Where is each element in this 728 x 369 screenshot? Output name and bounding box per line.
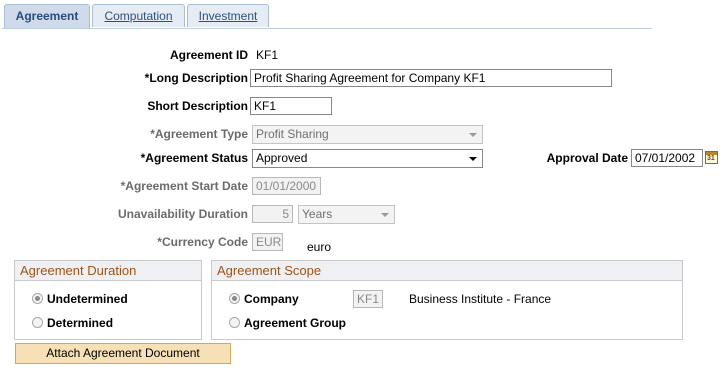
- tab-agreement-label: Agreement: [15, 9, 79, 23]
- agreement-type-label: *Agreement Type: [150, 127, 248, 141]
- tab-bar: Agreement Computation Investment: [2, 4, 652, 29]
- agreement-group-radio[interactable]: [229, 317, 240, 328]
- unavailability-unit-select[interactable]: Years: [298, 205, 395, 224]
- company-code-input[interactable]: KF1: [353, 290, 383, 308]
- unavailability-duration-label: Unavailability Duration: [117, 207, 248, 221]
- agreement-id-label: Agreement ID: [169, 48, 248, 62]
- agreement-duration-title: Agreement Duration: [15, 261, 201, 281]
- long-description-label: *Long Description: [144, 71, 248, 85]
- agreement-status-select[interactable]: Approved: [252, 149, 483, 168]
- agreement-status-value: Approved: [256, 151, 308, 165]
- currency-description: euro: [307, 240, 332, 254]
- undetermined-label: Undetermined: [47, 292, 128, 306]
- agreement-scope-title: Agreement Scope: [212, 261, 682, 281]
- agreement-group-label: Agreement Group: [244, 316, 347, 330]
- start-date-input[interactable]: 01/01/2000: [252, 177, 321, 195]
- agreement-type-select[interactable]: Profit Sharing: [252, 125, 483, 144]
- currency-code-input[interactable]: EUR: [252, 233, 283, 251]
- long-description-input[interactable]: Profit Sharing Agreement for Company KF1: [250, 69, 612, 87]
- chevron-down-icon: [381, 213, 389, 217]
- agreement-id-value: KF1: [256, 48, 279, 62]
- approval-date-label: Approval Date: [546, 151, 628, 165]
- attach-agreement-document-button[interactable]: Attach Agreement Document: [15, 343, 231, 364]
- company-name: Business Institute - France: [409, 292, 552, 306]
- company-label: Company: [244, 292, 299, 306]
- agreement-type-value: Profit Sharing: [256, 127, 329, 141]
- tab-computation-label: Computation: [104, 9, 173, 23]
- approval-date-input[interactable]: 07/01/2002: [631, 149, 703, 167]
- unavailability-unit-value: Years: [302, 207, 333, 221]
- tab-agreement[interactable]: Agreement: [4, 4, 90, 28]
- chevron-down-icon: [469, 157, 477, 161]
- tab-investment-label: Investment: [198, 9, 258, 23]
- tab-computation[interactable]: Computation: [92, 4, 185, 27]
- calendar-icon[interactable]: [705, 151, 718, 164]
- unavailability-duration-input[interactable]: 5: [252, 205, 293, 223]
- tab-investment[interactable]: Investment: [187, 4, 269, 27]
- determined-label: Determined: [47, 316, 114, 330]
- determined-radio[interactable]: [32, 317, 43, 328]
- currency-code-label: *Currency Code: [157, 235, 248, 249]
- start-date-label: *Agreement Start Date: [120, 179, 248, 193]
- company-radio[interactable]: [229, 293, 240, 304]
- chevron-down-icon: [469, 133, 477, 137]
- short-description-input[interactable]: KF1: [250, 97, 332, 115]
- undetermined-radio[interactable]: [32, 293, 43, 304]
- short-description-label: Short Description: [147, 99, 248, 113]
- agreement-status-label: *Agreement Status: [140, 151, 248, 165]
